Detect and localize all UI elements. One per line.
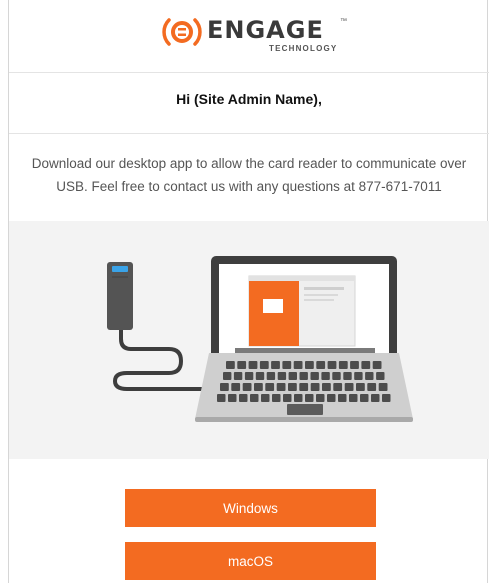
instructions-text: Download our desktop app to allow the ca… (31, 156, 467, 194)
keyboard-key (254, 383, 263, 391)
keyboard-key (365, 372, 374, 380)
keyboard-key (356, 383, 365, 391)
keyboard-key (305, 361, 314, 369)
keyboard-key (367, 383, 377, 391)
keyboard-key (220, 383, 229, 391)
windows-download-button[interactable]: Windows (125, 489, 376, 527)
keyboard-key (272, 394, 281, 402)
keyboard-key (378, 383, 388, 391)
keyboard-key (237, 361, 247, 369)
header-divider (9, 72, 489, 73)
keyboard-key (372, 361, 382, 369)
email-card: ENGAGE ™ TECHNOLOGY Hi (Site Admin Name)… (8, 0, 489, 583)
keyboard-key (310, 372, 319, 380)
keyboard-key (310, 383, 320, 391)
keyboard-key (223, 372, 232, 380)
keyboard-key (338, 394, 347, 402)
brand-tagline: TECHNOLOGY (269, 44, 338, 53)
keyboard-key (333, 383, 343, 391)
keyboard-key (350, 361, 359, 369)
keyboard-key (354, 372, 363, 380)
keyboard-key (343, 372, 352, 380)
brand-trademark: ™ (340, 18, 347, 25)
keyboard-key (277, 372, 287, 380)
keyboard-key (250, 394, 259, 402)
keyboard-key (305, 394, 314, 402)
macos-download-button[interactable]: macOS (125, 542, 376, 580)
engage-logo: ENGAGE ™ TECHNOLOGY (159, 12, 349, 56)
keyboard-key (294, 394, 303, 402)
keyboard-key (349, 394, 358, 402)
keyboard-key (321, 372, 330, 380)
keyboard-key (293, 361, 303, 369)
keyboard-key (261, 394, 270, 402)
keyboard-key (283, 394, 292, 402)
keyboard-key (376, 372, 385, 380)
keyboard-key (288, 383, 297, 391)
keyboard-key (228, 394, 237, 402)
keyboard-key (332, 372, 341, 380)
greeting-divider (9, 133, 489, 134)
keyboard-key (344, 383, 354, 391)
keyboard-key (259, 361, 269, 369)
keyboard-key (382, 394, 391, 402)
keyboard-key (316, 394, 325, 402)
keyboard-key (226, 361, 235, 369)
keyboard-key (288, 372, 297, 380)
keyboard-key (244, 372, 254, 380)
keyboard-key (239, 394, 248, 402)
keyboard-key (248, 361, 258, 369)
keyboard-key (255, 372, 265, 380)
keyboard-key (242, 383, 252, 391)
keyboard-key (327, 361, 337, 369)
keyboard-key (327, 394, 336, 402)
keyboard-key (299, 383, 309, 391)
keyboard-key (265, 383, 275, 391)
keyboard-key (271, 361, 280, 369)
keyboard-key (371, 394, 380, 402)
engage-logo-icon (162, 18, 202, 46)
greeting-heading: Hi (Site Admin Name), (176, 91, 322, 107)
laptop-card-reader-image (107, 256, 413, 422)
card-reader-illustration (9, 221, 489, 459)
keyboard-key (316, 361, 326, 369)
brand-name: ENGAGE (207, 16, 324, 44)
keyboard-key (361, 361, 371, 369)
keyboard-key (217, 394, 226, 402)
keyboard-key (338, 361, 348, 369)
keyboard-key (231, 383, 241, 391)
keyboard-key (276, 383, 286, 391)
keyboard-key (299, 372, 308, 380)
keyboard-key (233, 372, 243, 380)
keyboard-key (282, 361, 292, 369)
keyboard-key (322, 383, 331, 391)
keyboard-key (360, 394, 369, 402)
keyboard-key (266, 372, 276, 380)
